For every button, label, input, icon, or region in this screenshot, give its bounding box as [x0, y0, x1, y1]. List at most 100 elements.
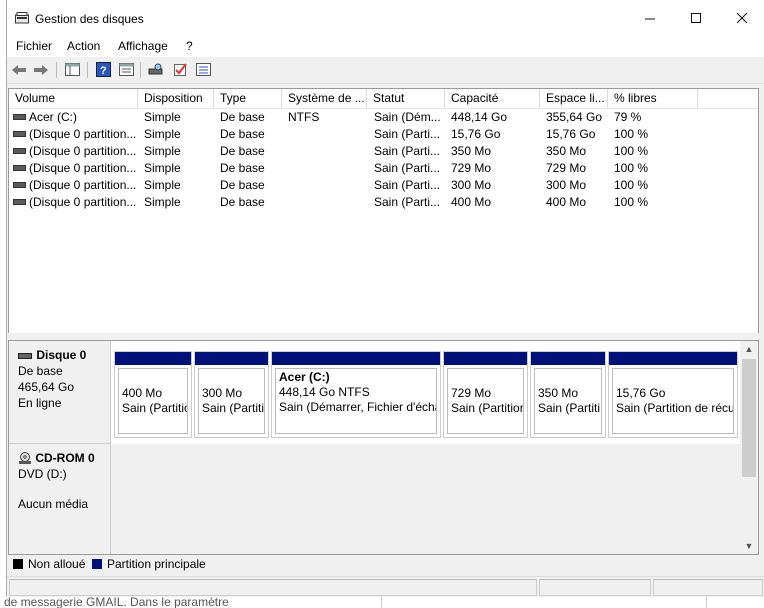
cell-text: Sain (Parti...	[374, 161, 441, 175]
partition-status: Sain (Partition	[451, 401, 524, 415]
minimize-icon	[644, 18, 655, 20]
column-header-volume[interactable]: Volume	[9, 89, 138, 108]
cell-text: 300 Mo	[451, 178, 492, 192]
scroll-thumb[interactable]	[742, 359, 756, 477]
table-cell: 100 %	[614, 194, 648, 211]
graph-vertical-scrollbar[interactable]: ▲ ▼	[740, 341, 758, 554]
cell-text: Sain (Parti...	[374, 178, 441, 192]
pane-splitter[interactable]	[7, 333, 764, 339]
legend-unallocated: Non alloué	[28, 557, 86, 571]
unallocated-swatch	[13, 559, 23, 569]
table-cell: 400 Mo	[451, 194, 491, 211]
connect-disk-button[interactable]	[147, 61, 165, 78]
help-button[interactable]: ?	[94, 61, 112, 78]
console-tree-icon	[64, 63, 80, 76]
partition-label: 350 Mo Sain (Partiti	[534, 368, 602, 434]
column-header-free-space[interactable]: Espace li...	[540, 89, 608, 108]
menu-action[interactable]: Action	[67, 39, 100, 53]
volume-list-header: Volume Disposition Type Système de ... S…	[9, 89, 758, 109]
menu-bar: Fichier Action Affichage ?	[7, 37, 764, 57]
cdrom0-media-area	[111, 444, 740, 554]
table-row[interactable]: (Disque 0 partition... Simple De base Sain …	[9, 126, 758, 143]
partition-729mo[interactable]: 729 Mo Sain (Partition	[443, 351, 528, 438]
column-header-percent-free[interactable]: % libres	[608, 89, 698, 108]
scroll-down-icon[interactable]: ▼	[740, 538, 758, 554]
hard-disk-icon	[18, 352, 32, 359]
table-cell: De base	[220, 143, 265, 160]
primary-partition-bar	[115, 352, 191, 365]
menu-help[interactable]: ?	[186, 39, 193, 53]
table-row[interactable]: (Disque 0 partition... Simple De base Sain …	[9, 194, 758, 211]
partition-300mo[interactable]: 300 Mo Sain (Partiti	[194, 351, 269, 438]
cell-text: 15,76 Go	[451, 127, 501, 141]
cell-text: 448,14 Go	[451, 110, 508, 124]
cell-text: 300 Mo	[546, 178, 587, 192]
toolbar-separator	[87, 62, 88, 78]
partition-350mo[interactable]: 350 Mo Sain (Partiti	[530, 351, 606, 438]
table-row[interactable]: Acer (C:) Simple De base NTFS Sain (Dém... 44…	[9, 109, 758, 126]
table-cell: 729 Mo	[546, 160, 586, 177]
column-header-filesystem[interactable]: Système de ...	[282, 89, 367, 108]
table-cell: Simple	[144, 177, 181, 194]
primary-partition-bar	[531, 352, 605, 365]
volume-icon	[13, 181, 26, 188]
cell-text: 100 %	[614, 127, 649, 141]
disk-graphical-view: Disque 0 De base 465,64 Go En ligne 400 …	[8, 340, 759, 555]
column-header-disposition[interactable]: Disposition	[138, 89, 214, 108]
table-cell: De base	[220, 160, 265, 177]
column-header-empty	[698, 89, 758, 108]
menu-fichier[interactable]: Fichier	[16, 39, 52, 53]
volume-list: Volume Disposition Type Système de ... S…	[8, 88, 759, 334]
show-hide-console-tree-button[interactable]	[63, 61, 81, 78]
list-view-button[interactable]	[194, 61, 212, 78]
disk0-name: Disque 0	[36, 348, 87, 362]
menu-affichage[interactable]: Affichage	[118, 39, 168, 53]
cell-text: Sain (Parti...	[374, 127, 441, 141]
column-header-capacity[interactable]: Capacité	[445, 89, 540, 108]
partition-status: Sain (Partition de récu	[616, 401, 734, 415]
table-cell: 100 %	[614, 126, 648, 143]
table-cell: De base	[220, 177, 265, 194]
primary-partition-bar	[272, 352, 440, 365]
cell-text: De base	[220, 195, 265, 209]
minimize-button[interactable]	[627, 0, 673, 37]
partition-400mo[interactable]: 400 Mo Sain (Partitio	[114, 351, 192, 438]
partition-label: 729 Mo Sain (Partition	[447, 368, 524, 434]
cell-text: Sain (Dém...	[374, 110, 441, 124]
cdrom0-info[interactable]: CD-ROM 0 DVD (D:) Aucun média	[9, 444, 111, 554]
table-row[interactable]: (Disque 0 partition... Simple De base Sain …	[9, 177, 758, 194]
table-cell: Simple	[144, 126, 181, 143]
partition-label: Acer (C:) 448,14 Go NTFS Sain (Démarrer,…	[275, 368, 437, 434]
table-cell: 100 %	[614, 160, 648, 177]
scroll-up-icon[interactable]: ▲	[740, 341, 758, 357]
primary-partition-bar	[195, 352, 268, 365]
maximize-button[interactable]	[673, 0, 719, 37]
partition-15gb-recovery[interactable]: 15,76 Go Sain (Partition de récu	[608, 351, 738, 438]
column-header-type[interactable]: Type	[214, 89, 282, 108]
partition-status: Sain (Démarrer, Fichier d'écha	[279, 400, 437, 414]
disk0-info[interactable]: Disque 0 De base 465,64 Go En ligne	[9, 341, 111, 444]
partition-acer-c[interactable]: Acer (C:) 448,14 Go NTFS Sain (Démarrer,…	[271, 351, 441, 438]
cell-text: Simple	[144, 110, 181, 124]
forward-button[interactable]	[32, 61, 50, 78]
column-header-status[interactable]: Statut	[367, 89, 445, 108]
cell-text: (Disque 0 partition...	[29, 195, 137, 209]
back-button[interactable]	[10, 61, 28, 78]
partition-size: 448,14 Go NTFS	[279, 385, 370, 399]
disk0-state: En ligne	[18, 396, 62, 410]
table-row[interactable]: (Disque 0 partition... Simple De base Sain …	[9, 143, 758, 160]
properties-icon	[118, 63, 134, 76]
cell-text: 350 Mo	[451, 144, 492, 158]
properties-button[interactable]	[117, 61, 135, 78]
primary-partition-bar	[609, 352, 737, 365]
table-row[interactable]: (Disque 0 partition... Simple De base Sain …	[9, 160, 758, 177]
checklist-icon	[173, 63, 187, 76]
volume-icon	[13, 147, 26, 154]
check-button[interactable]	[171, 61, 189, 78]
partition-size: 15,76 Go	[616, 386, 666, 400]
cell-text: De base	[220, 144, 265, 158]
close-button[interactable]	[719, 0, 764, 37]
table-cell: 350 Mo	[451, 143, 491, 160]
cell-text: Simple	[144, 195, 181, 209]
